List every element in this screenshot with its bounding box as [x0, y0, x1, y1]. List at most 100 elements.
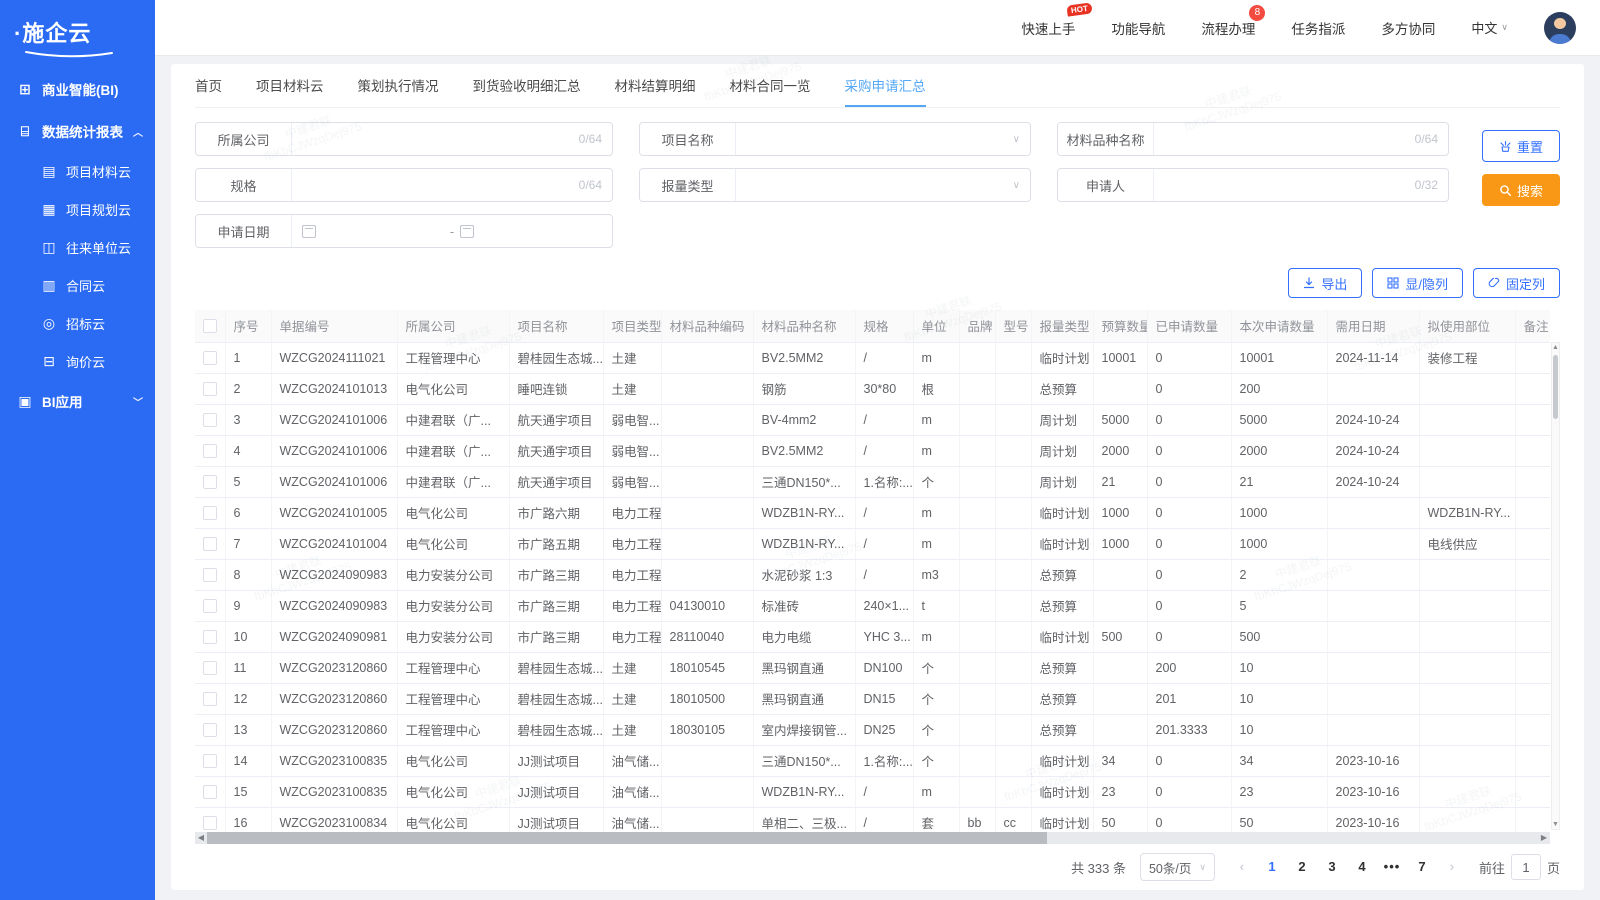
filter-report-type[interactable]: 报量类型 ∨: [639, 168, 1031, 202]
table-row[interactable]: 13WZCG2023120860工程管理中心碧桂园生态城...土建1803010…: [195, 714, 1550, 745]
export-button[interactable]: 导出: [1288, 268, 1362, 298]
main-content: 首页项目材料云策划执行情况到货验收明细汇总材料结算明细材料合同一览采购申请汇总 …: [155, 56, 1600, 900]
sidebar-item-7[interactable]: ⊟询价云: [0, 342, 155, 380]
table-row[interactable]: 7WZCG2024101004电气化公司市广路五期电力工程WDZB1N-RY..…: [195, 528, 1550, 559]
row-checkbox[interactable]: [203, 351, 217, 365]
table-cell: 0: [1147, 466, 1231, 497]
nav-task-assign[interactable]: 任务指派: [1291, 18, 1345, 38]
filter-material-input[interactable]: [1154, 123, 1415, 155]
user-avatar[interactable]: [1544, 12, 1576, 44]
horizontal-scroll-thumb[interactable]: [207, 832, 1047, 844]
row-checkbox[interactable]: [203, 382, 217, 396]
page-button-1[interactable]: 1: [1259, 854, 1285, 880]
more-pages-button[interactable]: •••: [1379, 854, 1405, 880]
nav-quick-start[interactable]: 快速上手 HOT: [1021, 18, 1075, 38]
sidebar-item-2[interactable]: ▤项目材料云: [0, 152, 155, 190]
table-row[interactable]: 5WZCG2024101006中建君联（广...航天通宇项目弱电智...三通DN…: [195, 466, 1550, 497]
tab-3[interactable]: 到货验收明细汇总: [473, 64, 581, 107]
search-button[interactable]: 搜索: [1482, 174, 1560, 206]
filter-applicant-input[interactable]: [1154, 169, 1415, 201]
row-checkbox[interactable]: [203, 599, 217, 613]
vertical-scroll-thumb[interactable]: [1553, 355, 1558, 419]
table-cell: 10: [1231, 714, 1327, 745]
table-row[interactable]: 3WZCG2024101006中建君联（广...航天通宇项目弱电智...BV-4…: [195, 404, 1550, 435]
sidebar-item-1[interactable]: ⌸数据统计报表︿: [0, 110, 155, 152]
row-checkbox[interactable]: [203, 723, 217, 737]
row-checkbox[interactable]: [203, 785, 217, 799]
reset-button[interactable]: 重置: [1482, 130, 1560, 162]
filter-spec-input[interactable]: [292, 169, 579, 201]
table-row[interactable]: 14WZCG2023100835电气化公司JJ测试项目油气储...三通DN150…: [195, 745, 1550, 776]
vertical-scrollbar[interactable]: ▲ ▼: [1551, 342, 1560, 830]
filter-company-input[interactable]: [292, 123, 579, 155]
filter-report-type-select[interactable]: [736, 169, 1013, 201]
nav-collaboration[interactable]: 多方协同: [1381, 18, 1435, 38]
sidebar-item-8[interactable]: ▣BI应用﹀: [0, 380, 155, 422]
sidebar-item-4[interactable]: ◫往来单位云: [0, 228, 155, 266]
sidebar-item-0[interactable]: ⊞商业智能(BI): [0, 68, 155, 110]
scroll-right-icon[interactable]: ▶: [1538, 832, 1550, 844]
horizontal-scrollbar[interactable]: ◀ ▶: [195, 832, 1550, 844]
row-checkbox[interactable]: [203, 692, 217, 706]
row-checkbox[interactable]: [203, 506, 217, 520]
filter-project[interactable]: 项目名称 ∨: [639, 122, 1031, 156]
avatar-head: [1554, 18, 1566, 29]
table-row[interactable]: 2WZCG2024101013电气化公司睡吧连锁土建钢筋30*80根总预算020…: [195, 373, 1550, 404]
nav-feature-guide[interactable]: 功能导航: [1111, 18, 1165, 38]
row-checkbox[interactable]: [203, 816, 217, 830]
prev-page-button[interactable]: ‹: [1229, 854, 1255, 880]
table-cell: [1093, 683, 1147, 714]
table-row[interactable]: 10WZCG2024090981电力安装分公司市广路三期电力工程28110040…: [195, 621, 1550, 652]
table-cell: 0: [1147, 342, 1231, 373]
row-checkbox[interactable]: [203, 661, 217, 675]
page-button-4[interactable]: 4: [1349, 854, 1375, 880]
table-cell: 电力工程: [603, 497, 661, 528]
fixed-columns-button[interactable]: 固定列: [1473, 268, 1560, 298]
filter-project-select[interactable]: [736, 123, 1013, 155]
table-row[interactable]: 12WZCG2023120860工程管理中心碧桂园生态城...土建1801050…: [195, 683, 1550, 714]
pin-icon: [1488, 277, 1500, 289]
table-row[interactable]: 6WZCG2024101005电气化公司市广路六期电力工程WDZB1N-RY..…: [195, 497, 1550, 528]
show-hide-columns-button[interactable]: 显/隐列: [1372, 268, 1463, 298]
goto-page-input[interactable]: [1511, 854, 1541, 880]
row-checkbox[interactable]: [203, 754, 217, 768]
table-row[interactable]: 1WZCG2024111021工程管理中心碧桂园生态城...土建BV2.5MM2…: [195, 342, 1550, 373]
table-cell: 个: [913, 652, 959, 683]
nav-process-handling[interactable]: 流程办理 8: [1201, 18, 1255, 38]
tab-2[interactable]: 策划执行情况: [358, 64, 439, 107]
select-all-checkbox[interactable]: [203, 319, 217, 333]
page-button-3[interactable]: 3: [1319, 854, 1345, 880]
tab-4[interactable]: 材料结算明细: [615, 64, 696, 107]
sidebar-item-3[interactable]: ▦项目规划云: [0, 190, 155, 228]
page-size-select[interactable]: 50条/页 ∨: [1140, 853, 1215, 881]
row-checkbox[interactable]: [203, 537, 217, 551]
tab-bar: 首页项目材料云策划执行情况到货验收明细汇总材料结算明细材料合同一览采购申请汇总: [195, 64, 1560, 108]
table-row[interactable]: 9WZCG2024090983电力安装分公司市广路三期电力工程04130010标…: [195, 590, 1550, 621]
table-row[interactable]: 11WZCG2023120860工程管理中心碧桂园生态城...土建1801054…: [195, 652, 1550, 683]
table-row[interactable]: 8WZCG2024090983电力安装分公司市广路三期电力工程水泥砂浆 1:3/…: [195, 559, 1550, 590]
tab-6[interactable]: 采购申请汇总: [845, 64, 926, 107]
tab-5[interactable]: 材料合同一览: [730, 64, 811, 107]
table-row[interactable]: 4WZCG2024101006中建君联（广...航天通宇项目弱电智...BV2.…: [195, 435, 1550, 466]
next-page-button[interactable]: ›: [1439, 854, 1465, 880]
table-cell: [1419, 621, 1515, 652]
filter-apply-date[interactable]: 申请日期 -: [195, 214, 613, 248]
sidebar-item-5[interactable]: ▥合同云: [0, 266, 155, 304]
tab-1[interactable]: 项目材料云: [256, 64, 324, 107]
fixed-label: 固定列: [1506, 274, 1545, 293]
sidebar-item-6[interactable]: ◎招标云: [0, 304, 155, 342]
row-checkbox[interactable]: [203, 475, 217, 489]
row-checkbox[interactable]: [203, 568, 217, 582]
scroll-left-icon[interactable]: ◀: [195, 832, 207, 844]
language-selector[interactable]: 中文 ∨: [1471, 18, 1508, 37]
row-checkbox[interactable]: [203, 413, 217, 427]
row-checkbox[interactable]: [203, 444, 217, 458]
scroll-down-icon[interactable]: ▼: [1552, 821, 1559, 828]
table-row[interactable]: 16WZCG2023100834电气化公司JJ测试项目油气储...单相二、三极.…: [195, 807, 1550, 832]
table-row[interactable]: 15WZCG2023100835电气化公司JJ测试项目油气储...WDZB1N-…: [195, 776, 1550, 807]
page-button-2[interactable]: 2: [1289, 854, 1315, 880]
tab-0[interactable]: 首页: [195, 64, 222, 107]
row-checkbox[interactable]: [203, 630, 217, 644]
scroll-up-icon[interactable]: ▲: [1552, 344, 1559, 351]
page-button-7[interactable]: 7: [1409, 854, 1435, 880]
